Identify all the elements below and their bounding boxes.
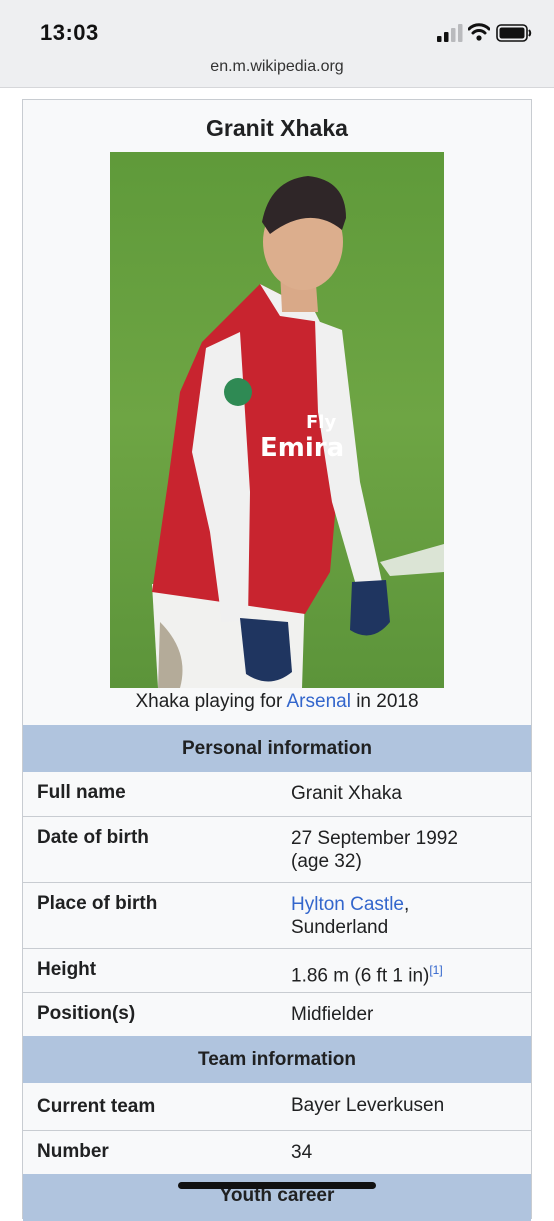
full-name-value: Granit Xhaka: [291, 783, 402, 804]
row-number: Number 34: [23, 1130, 531, 1174]
hylton-castle-link[interactable]: Hylton Castle: [291, 894, 404, 915]
bayer-leverkusen-link[interactable]: Bayer Leverkusen: [291, 1094, 519, 1117]
place-of-birth-comma: ,: [404, 894, 410, 915]
date-of-birth-label: Date of birth: [37, 827, 149, 848]
date-of-birth-value: 27 September 1992 (age 32): [291, 827, 519, 873]
height-value: 1.86 m (6 ft 1 in)[1]: [291, 959, 519, 987]
caption-prefix: Xhaka playing for: [135, 691, 287, 712]
place-of-birth-city: Sunderland: [291, 917, 389, 938]
svg-text:Emira: Emira: [260, 433, 344, 463]
team-info-header: Team information: [23, 1036, 531, 1083]
arsenal-link[interactable]: Arsenal: [287, 691, 351, 712]
current-team-label: Current team: [37, 1096, 156, 1117]
svg-text:Fly: Fly: [306, 412, 336, 433]
row-date-of-birth: Date of birth 27 September 1992 (age 32): [23, 816, 531, 882]
height-label: Height: [37, 959, 97, 980]
positions-label: Position(s): [37, 1003, 136, 1024]
wifi-icon: [468, 23, 490, 41]
row-place-of-birth: Place of birth Hylton Castle, Sunderland: [23, 882, 531, 948]
battery-icon: [496, 24, 532, 42]
player-photo[interactable]: Emira Fly: [110, 152, 444, 688]
infobox: Granit Xhaka Emira Fly Xhaka playing for…: [22, 99, 532, 1221]
row-positions: Position(s) Midfielder: [23, 992, 531, 1036]
number-label: Number: [37, 1141, 109, 1162]
row-full-name: Full name Granit Xhaka: [23, 772, 531, 816]
full-name-label: Full name: [37, 782, 126, 803]
url-bar[interactable]: en.m.wikipedia.org: [0, 58, 554, 76]
reference-link[interactable]: [1]: [429, 963, 442, 977]
row-current-team: Current team Bayer Leverkusen: [23, 1083, 531, 1130]
midfielder-link[interactable]: Midfielder: [291, 1003, 519, 1026]
date-of-birth-date: 27 September 1992: [291, 828, 458, 849]
image-caption: Xhaka playing for Arsenal in 2018: [23, 691, 531, 713]
place-of-birth-value: Hylton Castle, Sunderland: [291, 893, 519, 939]
signal-icon: [437, 24, 463, 42]
row-height: Height 1.86 m (6 ft 1 in)[1]: [23, 948, 531, 992]
clock: 13:03: [40, 20, 99, 45]
personal-info-header: Personal information: [23, 725, 531, 772]
player-photo-illustration: Emira Fly: [110, 152, 444, 688]
place-of-birth-label: Place of birth: [37, 893, 158, 914]
status-bar: 13:03 en.m.wikipedia.org: [0, 0, 554, 88]
number-value: 34: [291, 1142, 313, 1163]
date-of-birth-age: (age 32): [291, 851, 362, 872]
infobox-title: Granit Xhaka: [206, 115, 348, 141]
height-text: 1.86 m (6 ft 1 in): [291, 965, 430, 987]
home-indicator[interactable]: [178, 1182, 376, 1189]
caption-suffix: in 2018: [350, 691, 419, 712]
